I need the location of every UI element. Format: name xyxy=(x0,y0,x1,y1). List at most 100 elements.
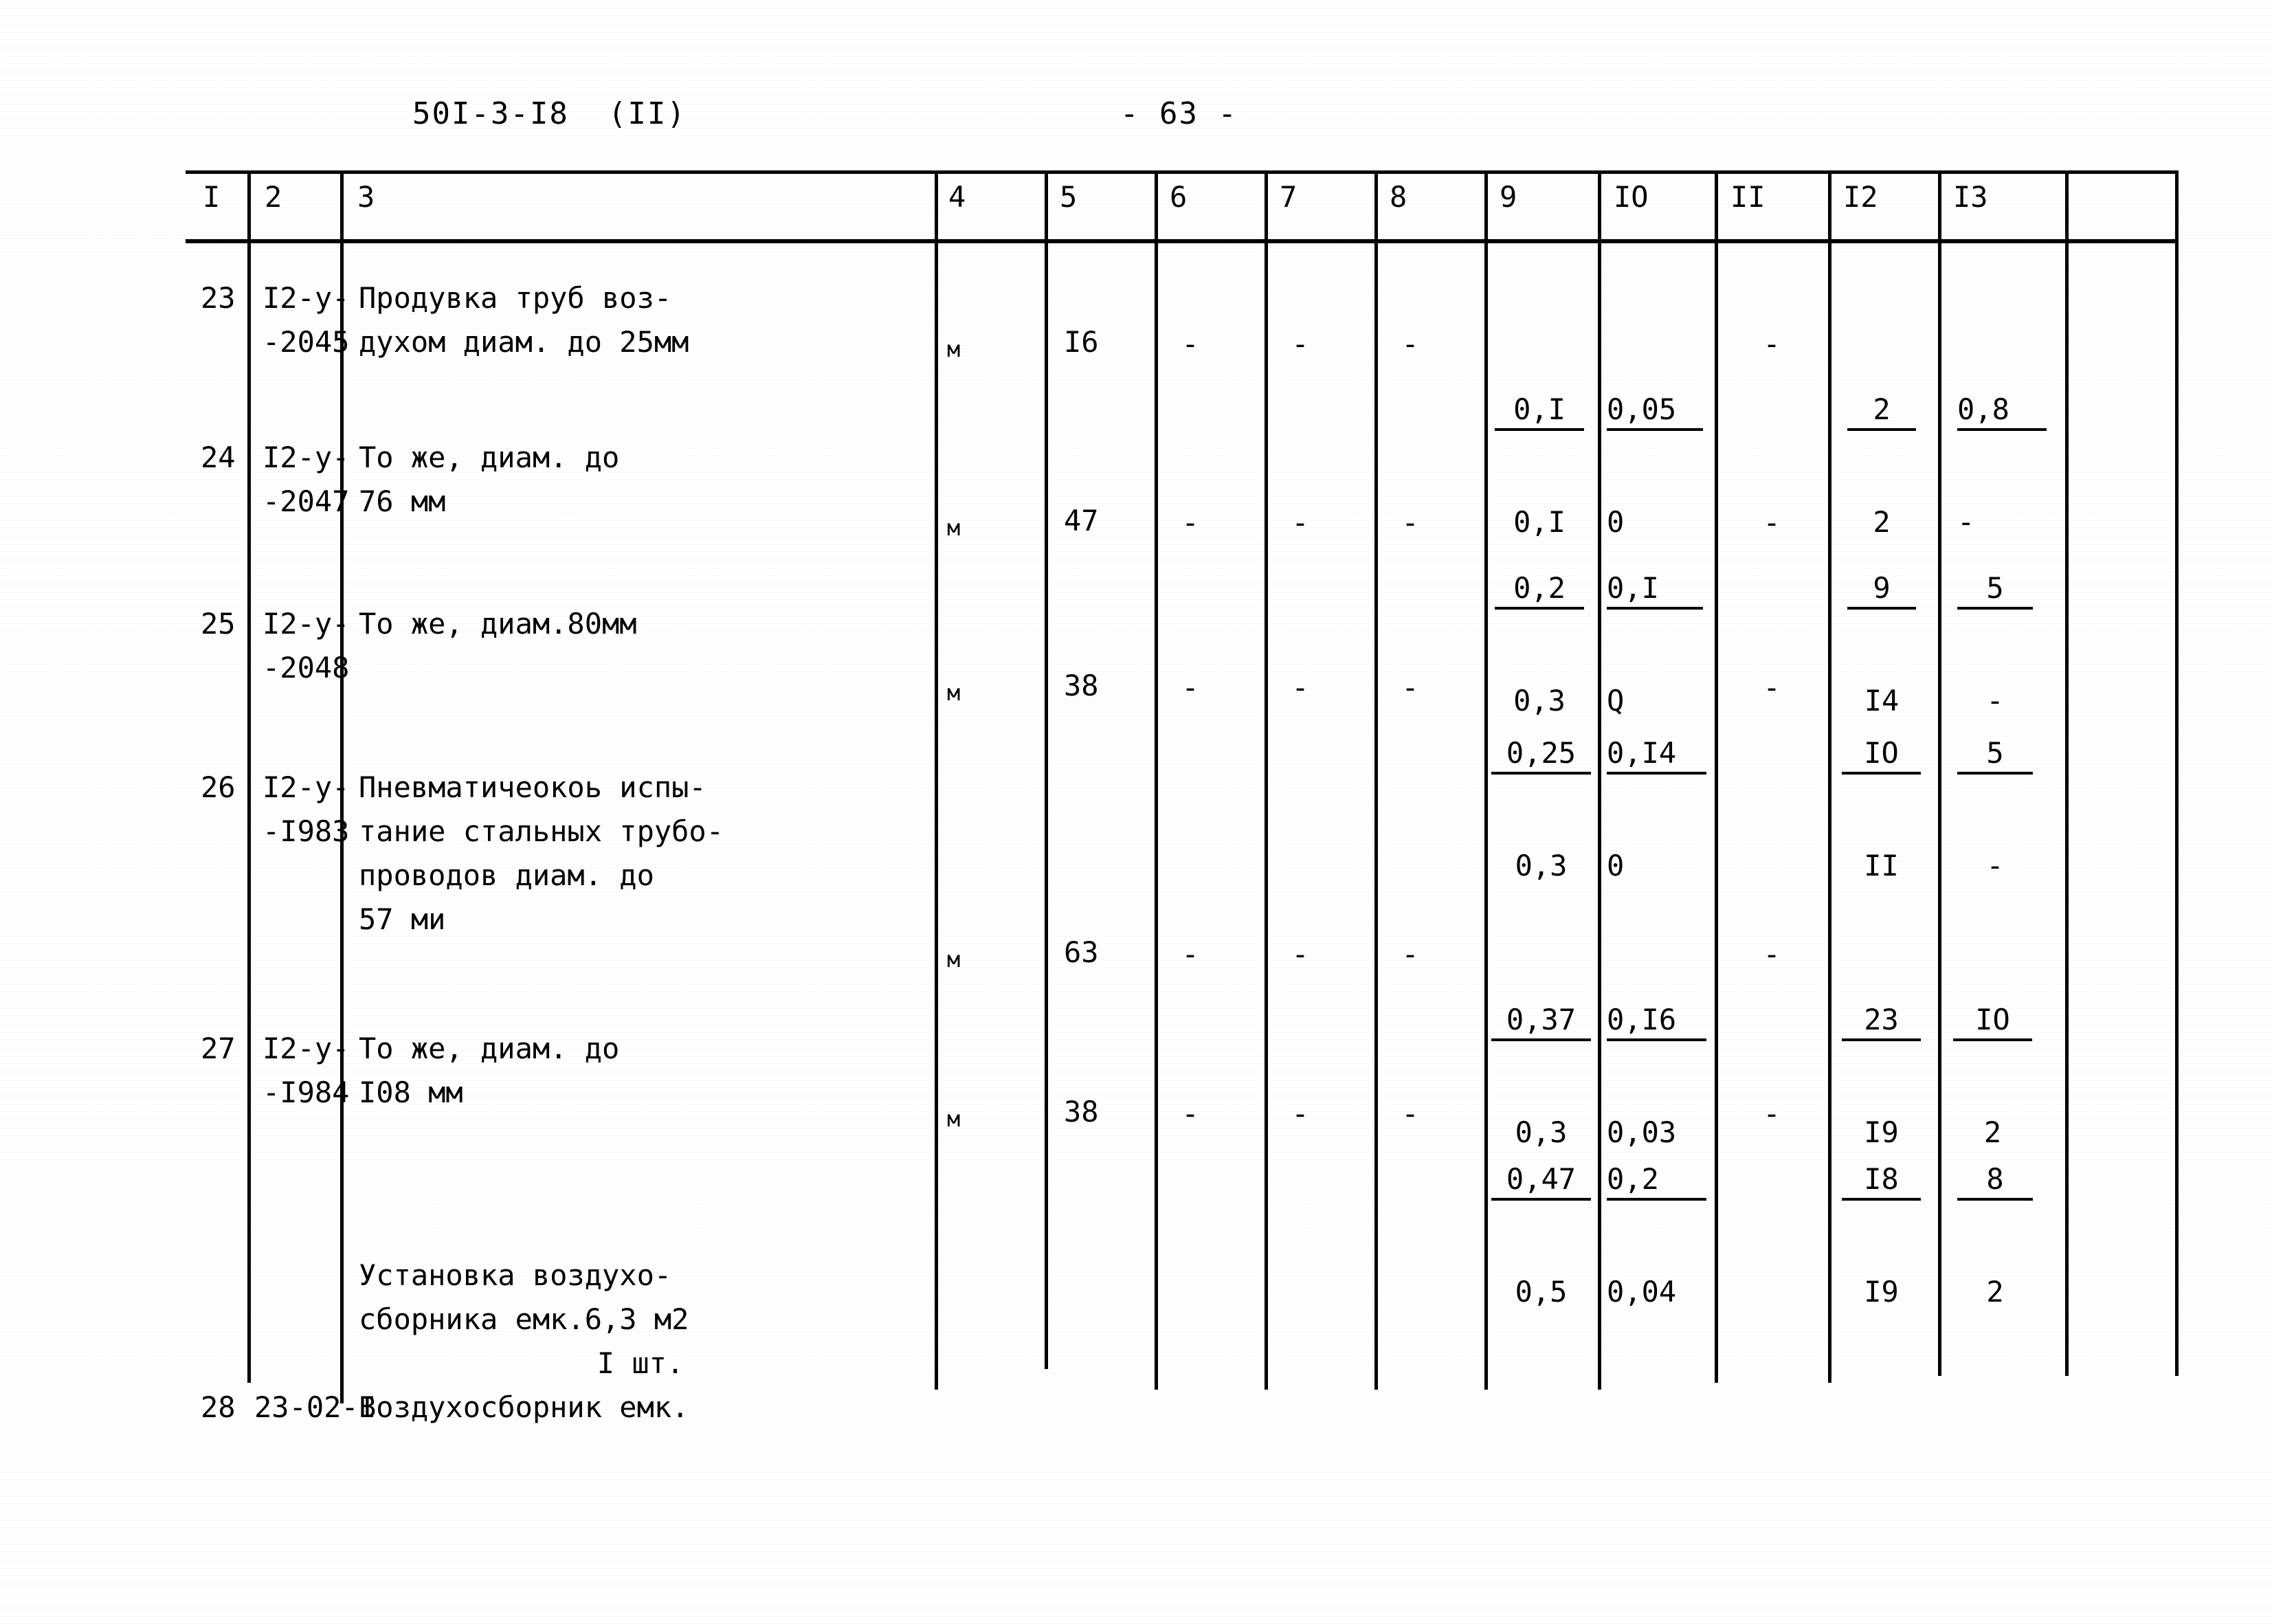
row-desc-line2: I08 мм xyxy=(359,1076,463,1109)
column-rule-4 xyxy=(1045,173,1048,1369)
row-number: 25 xyxy=(201,607,236,641)
row-col5: 38 xyxy=(1064,1095,1099,1128)
row-col10-numerator: 0,I4 xyxy=(1607,735,1706,775)
row-code-line2: -2048 xyxy=(263,651,350,685)
column-rule-12 xyxy=(1938,173,1941,1376)
column-rule-13 xyxy=(2065,173,2069,1376)
row-col12: IO II xyxy=(1842,664,1921,955)
row-col8: - xyxy=(1401,937,1419,971)
row-desc-line3: I шт. xyxy=(597,1346,684,1380)
row-col12: I8 I9 xyxy=(1842,1090,1921,1381)
row-desc-line2: духом диам. до 25мм xyxy=(359,325,689,359)
row-col12-numerator: IO xyxy=(1842,735,1921,775)
column-rule-8 xyxy=(1484,173,1488,1390)
column-header-8: 8 xyxy=(1390,180,1407,214)
row-code-line1: I2-у- xyxy=(263,607,350,641)
row-col6: - xyxy=(1181,327,1199,361)
row-col7: - xyxy=(1291,506,1309,540)
column-header-6: 6 xyxy=(1170,180,1188,214)
column-rule-6 xyxy=(1265,173,1268,1390)
row-code-line2: -I984 xyxy=(263,1076,350,1109)
row-unit: м xyxy=(947,515,961,541)
row-col6: - xyxy=(1181,1097,1199,1131)
row-col13: 5 - xyxy=(1957,664,2033,955)
row-desc-line1: Установка воздухо- xyxy=(359,1258,672,1292)
row-col13: 8 2 xyxy=(1957,1090,2033,1381)
row-col13-numerator: 5 xyxy=(1957,570,2033,610)
row-col9: 0,25 0,3 xyxy=(1491,664,1591,955)
row-code-line2: 23-02-I xyxy=(254,1390,377,1424)
row-col5: 38 xyxy=(1064,669,1099,702)
row-code-line2: -2045 xyxy=(263,325,350,359)
table-right-border xyxy=(2175,173,2179,1376)
row-col8: - xyxy=(1401,327,1419,361)
row-col6: - xyxy=(1181,506,1199,540)
row-code-line1: I2-у- xyxy=(263,770,350,804)
row-col11: - xyxy=(1763,671,1781,704)
row-col8: - xyxy=(1401,506,1419,540)
row-unit: м xyxy=(947,946,961,972)
row-col11: - xyxy=(1763,1097,1781,1131)
row-code-line2: -I983 xyxy=(263,814,350,848)
row-col9-denominator: 0,3 xyxy=(1515,849,1568,882)
row-col10-numerator: 0,05 xyxy=(1607,392,1703,431)
row-col12-numerator: I8 xyxy=(1842,1161,1921,1201)
column-rule-9 xyxy=(1598,173,1601,1390)
row-col9-numerator: 0,I xyxy=(1495,392,1584,431)
row-col13-denominator: - xyxy=(1986,849,2004,882)
column-rule-5 xyxy=(1155,173,1158,1390)
row-col10-numerator: 0,2 xyxy=(1607,1161,1706,1201)
column-header-5: 5 xyxy=(1060,180,1078,214)
row-col12-numerator: 2 xyxy=(1847,392,1916,431)
column-header-13: I3 xyxy=(1953,180,1988,214)
row-col5: I6 xyxy=(1064,325,1099,359)
row-desc-line4: Воздухосборник емк. xyxy=(359,1390,689,1424)
row-code-line2: -2047 xyxy=(263,485,350,518)
row-desc-line2: тание стальных трубо- xyxy=(359,814,724,848)
row-col9: 0,47 0,5 xyxy=(1491,1090,1591,1381)
column-header-12: I2 xyxy=(1843,180,1878,214)
row-desc-line1: То же, диам.80мм xyxy=(359,607,637,641)
row-col6: - xyxy=(1181,671,1199,704)
column-rule-10 xyxy=(1715,173,1718,1383)
row-code-line1: I2-у- xyxy=(263,441,350,474)
row-col10-numerator: 0,I xyxy=(1607,570,1703,610)
row-number: 24 xyxy=(201,441,236,474)
column-header-7: 7 xyxy=(1280,180,1298,214)
row-col7: - xyxy=(1291,1097,1309,1131)
row-number: 27 xyxy=(201,1032,236,1065)
row-col12-denominator: II xyxy=(1864,849,1899,882)
row-desc-line2: 76 мм xyxy=(359,485,446,518)
row-number: 23 xyxy=(201,281,236,315)
column-rule-3 xyxy=(935,173,938,1390)
row-col9-numerator: 0,25 xyxy=(1491,735,1591,775)
row-col13-numerator: 5 xyxy=(1957,735,2033,775)
page-number: - 63 - xyxy=(1120,96,1238,131)
column-header-2: 2 xyxy=(265,180,282,214)
row-unit: м xyxy=(947,336,961,362)
row-desc-line1: То же, диам. до xyxy=(359,441,620,474)
row-col13-numerator: 8 xyxy=(1957,1161,2033,1201)
row-col13-numerator: 0,8 xyxy=(1957,392,2047,431)
row-col13-numerator: IO xyxy=(1953,1002,2032,1041)
row-col10-numerator: 0,I6 xyxy=(1607,1002,1706,1041)
column-header-10: IO xyxy=(1614,180,1649,214)
row-col10-denominator: 0 xyxy=(1607,849,1625,882)
row-col11: - xyxy=(1763,937,1781,971)
column-rule-1 xyxy=(247,173,251,1383)
table-top-border xyxy=(186,170,2179,174)
row-col12-numerator: 23 xyxy=(1842,1002,1921,1041)
row-code-line1: I2-у- xyxy=(263,281,350,315)
row-col10: 0,I4 0 xyxy=(1607,664,1706,955)
row-col9-numerator: 0,47 xyxy=(1491,1161,1591,1201)
row-unit: м xyxy=(947,680,961,706)
row-unit: м xyxy=(947,1106,961,1132)
table-header-separator xyxy=(186,239,2179,243)
row-col7: - xyxy=(1291,671,1309,704)
row-col9-numerator: 0,37 xyxy=(1491,1002,1591,1041)
row-col10: 0,2 0,04 xyxy=(1607,1090,1706,1381)
row-col8: - xyxy=(1401,1097,1419,1131)
column-rule-7 xyxy=(1374,173,1378,1390)
column-header-3: 3 xyxy=(357,180,375,214)
column-header-11: II xyxy=(1730,180,1766,214)
